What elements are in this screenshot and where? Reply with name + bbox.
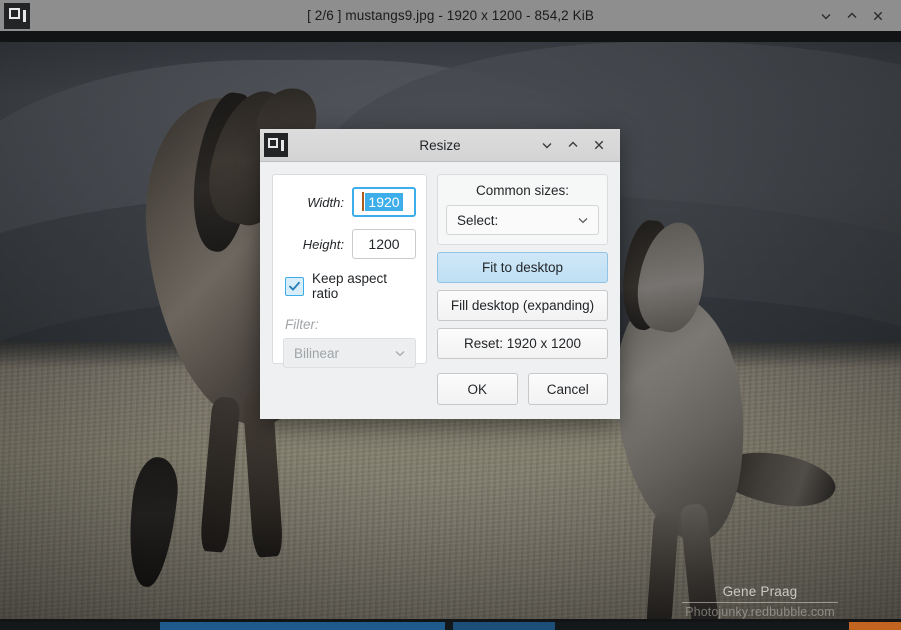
qimgv-app-icon [264,133,288,157]
close-icon[interactable] [586,129,612,161]
dialog-body: Width: 1920 Height: 1200 Keep aspect rat… [260,162,620,420]
height-input-value: 1200 [368,236,400,252]
width-input[interactable]: 1920 [352,187,416,217]
width-label: Width: [307,194,344,210]
minimize-icon[interactable] [813,0,839,31]
ok-label: OK [467,381,487,397]
screen: [ 2/6 ] mustangs9.jpg - 1920 x 1200 - 85… [0,0,901,630]
maximize-icon[interactable] [560,129,586,161]
reset-size-button[interactable]: Reset: 1920 x 1200 [437,328,608,359]
common-sizes-select-value: Select: [457,212,499,228]
dialog-window-controls [534,129,620,161]
chevron-down-icon [576,213,590,227]
ok-button[interactable]: OK [437,373,518,405]
dialog-titlebar: Resize [260,129,620,162]
maximize-icon[interactable] [839,0,865,31]
window-title: [ 2/6 ] mustangs9.jpg - 1920 x 1200 - 85… [307,8,594,23]
cancel-label: Cancel [546,381,589,397]
minimize-icon[interactable] [534,129,560,161]
taskbar-segment-window-1[interactable] [160,622,445,630]
taskbar-segment-left[interactable] [0,622,160,630]
qimgv-app-icon [4,2,30,29]
check-icon [289,281,300,291]
height-input[interactable]: 1200 [352,229,416,259]
taskbar-segment-right[interactable] [555,622,849,630]
resize-dialog: Resize Width: 1920 Height: 1200 Keep asp… [260,129,620,419]
taskbar-segment-highlight[interactable] [849,622,901,630]
fill-desktop-label: Fill desktop (expanding) [450,298,595,313]
main-titlebar: [ 2/6 ] mustangs9.jpg - 1920 x 1200 - 85… [0,0,901,31]
common-sizes-title: Common sizes: [475,183,570,198]
chevron-down-icon [393,346,407,360]
common-sizes-select[interactable]: Select: [446,205,599,235]
keep-aspect-ratio-checkbox[interactable] [285,276,304,296]
height-row: Height: 1200 [283,229,416,259]
actions-panel: Common sizes: Select: Fit to desktop Fil… [437,174,608,408]
height-label: Height: [302,236,344,252]
fill-desktop-button[interactable]: Fill desktop (expanding) [437,290,608,321]
reset-size-label: Reset: 1920 x 1200 [463,336,582,351]
text-caret [362,192,365,211]
filter-select-value: Bilinear [294,345,340,361]
cancel-button[interactable]: Cancel [527,373,608,405]
taskbar-segment-window-2[interactable] [453,622,555,630]
desktop-taskbar[interactable] [0,622,901,630]
fit-to-desktop-button[interactable]: Fit to desktop [437,252,608,283]
dimensions-panel: Width: 1920 Height: 1200 Keep aspect rat… [272,174,427,368]
close-icon[interactable] [865,0,891,31]
window-controls [813,0,901,31]
keep-aspect-ratio-label: Keep aspect ratio [312,271,388,301]
width-row: Width: 1920 [283,187,416,217]
common-sizes-group: Common sizes: Select: [437,174,608,245]
width-input-value: 1920 [362,192,403,211]
dialog-button-row: OK Cancel [437,373,608,405]
filter-select: Bilinear [283,338,416,368]
fit-to-desktop-label: Fit to desktop [481,260,564,275]
filter-label: Filter: [285,317,319,332]
keep-aspect-ratio-row[interactable]: Keep aspect ratio [285,271,416,301]
taskbar-gap-1 [445,622,453,630]
